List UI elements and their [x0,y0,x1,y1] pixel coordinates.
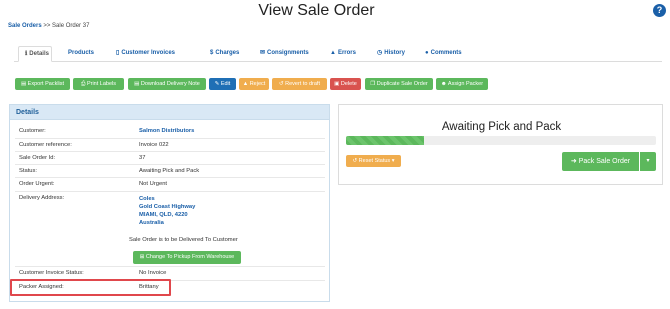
delivery-address-value: Coles Gold Coast Highway MIAMI, QLD, 422… [139,195,195,227]
warning-icon: ▲ [330,50,336,56]
address-line-3: MIAMI, QLD, 4220 [139,212,188,218]
breadcrumb: Sale Orders >> Sale Order 37 [8,23,89,29]
tab-products-label: Products [68,50,95,56]
user-icon: ☻ [440,81,448,87]
address-line-1: Coles [139,196,155,202]
comments-icon: ● [425,50,429,56]
invoice-status-label: Customer Invoice Status: [19,270,84,276]
document-icon: ▤ [134,81,141,87]
detail-row-sale-order-id: Sale Order Id: 37 [15,151,325,164]
duplicate-sale-order-button[interactable]: ❐ Duplicate Sale Order [365,78,433,90]
customer-reference-value: Invoice 022 [139,142,169,148]
caret-down-icon: ▾ [390,158,395,164]
address-line-4: Australia [139,220,164,226]
reject-button[interactable]: ▲ Reject [239,78,269,90]
detail-row-invoice-status: Customer Invoice Status: No Invoice [15,266,325,279]
order-urgent-value: Not Urgent [139,181,168,187]
tab-bar: ℹ Details Products ▯ Customer Invoices $ Ch… [14,46,662,62]
tab-comments-label: Comments [430,50,462,56]
delete-label: Delete [340,81,357,87]
reset-status-button[interactable]: ↺ Reset Status ▾ [346,155,401,167]
revert-to-draft-button[interactable]: ↺ Revert to draft [272,78,327,90]
tab-consignments[interactable]: ✉ Consignments [254,46,315,62]
status-progress-fill [346,136,424,145]
tab-errors-label: Errors [337,50,356,56]
export-packlist-label: Export Packlist [27,81,65,87]
trash-icon: ▣ [334,81,341,87]
edit-label: Edit [220,81,231,87]
reset-status-label: Reset Status [358,158,391,164]
status-value: Awaiting Pick and Pack [139,168,200,174]
tab-consignments-label: Consignments [267,50,309,56]
tab-errors[interactable]: ▲ Errors [324,46,362,62]
document-icon: ▤ [20,81,28,87]
address-line-2: Gold Coast Highway [139,204,196,210]
export-packlist-button[interactable]: ▤ Export Packlist [15,78,70,90]
detail-row-status: Status: Awaiting Pick and Pack [15,164,325,177]
warning-icon: ▲ [242,81,250,87]
assign-packer-button[interactable]: ☻ Assign Packer [436,78,488,90]
customer-label: Customer: [19,128,46,134]
download-delivery-note-label: Download Delivery Note [140,81,200,87]
reject-label: Reject [249,81,266,87]
detail-row-customer-reference: Customer reference: Invoice 022 [15,138,325,151]
detail-row-customer: Customer: Salmon Distributors [15,125,325,138]
status-label: Status: [19,168,38,174]
tab-customer-invoices-label: Customer Invoices [121,50,175,56]
tab-details[interactable]: ℹ Details [18,46,52,62]
change-to-pickup-label: Change To Pickup From Warehouse [145,254,235,260]
order-urgent-label: Order Urgent: [19,181,55,187]
print-labels-button[interactable]: ⎙ Print Labels [73,78,124,90]
tab-history-label: History [384,50,405,56]
detail-row-order-urgent: Order Urgent: Not Urgent [15,177,325,190]
assign-packer-label: Assign Packer [447,81,484,87]
pack-sale-order-label: Pack Sale Order [578,158,631,165]
delete-button[interactable]: ▣ Delete [330,78,361,90]
customer-value-link[interactable]: Salmon Distributors [139,128,194,134]
help-icon[interactable]: ? [653,4,666,17]
action-toolbar: ▤ Export Packlist ⎙ Print Labels ▤ Downl… [0,78,670,91]
file-icon: ▯ [116,50,120,56]
tab-customer-invoices[interactable]: ▯ Customer Invoices [110,46,181,62]
customer-reference-label: Customer reference: [19,142,72,148]
tab-comments[interactable]: ● Comments [419,46,468,62]
status-progress-bar [346,136,656,145]
tab-charges-label: Charges [215,50,240,56]
info-icon: ℹ [25,51,28,57]
tab-charges[interactable]: $ Charges [204,46,245,62]
dollar-icon: $ [210,50,214,56]
breadcrumb-current: Sale Order 37 [52,23,90,29]
invoice-status-value: No Invoice [139,270,167,276]
tab-details-label: Details [29,51,49,57]
details-heading: Details [10,105,329,120]
print-labels-label: Print Labels [86,81,116,87]
clock-icon: ◷ [377,50,383,56]
duplicate-sale-order-label: Duplicate Sale Order [376,81,428,87]
tab-history[interactable]: ◷ History [371,46,411,62]
status-panel: Awaiting Pick and Pack ↺ Reset Status ▾ … [338,104,663,185]
breadcrumb-separator: >> [43,23,51,29]
pack-dropdown-toggle[interactable]: ▾ [640,152,656,171]
details-panel: Details Customer: Salmon Distributors Cu… [9,104,330,302]
arrow-right-icon: ➜ [570,158,579,165]
sale-order-id-value: 37 [139,155,146,161]
envelope-icon: ✉ [260,50,266,56]
delivery-address-label: Delivery Address: [19,195,65,201]
sale-order-id-label: Sale Order Id: [19,155,56,161]
breadcrumb-sale-orders-link[interactable]: Sale Orders [8,23,42,29]
tab-products[interactable]: Products [62,46,100,62]
pack-sale-order-button[interactable]: ➜ Pack Sale Order [562,152,639,171]
edit-button[interactable]: ✎ Edit [209,78,236,90]
page-title: View Sale Order [258,2,375,19]
packer-highlight-box [10,279,171,296]
revert-to-draft-label: Revert to draft [285,81,320,87]
status-title: Awaiting Pick and Pack [441,121,562,133]
download-delivery-note-button[interactable]: ▤ Download Delivery Note [128,78,206,90]
change-to-pickup-button[interactable]: ⊞ Change To Pickup From Warehouse [133,251,241,264]
caret-down-icon: ▾ [646,158,650,164]
delivery-note-text: Sale Order is to be Delivered To Custome… [129,237,238,243]
